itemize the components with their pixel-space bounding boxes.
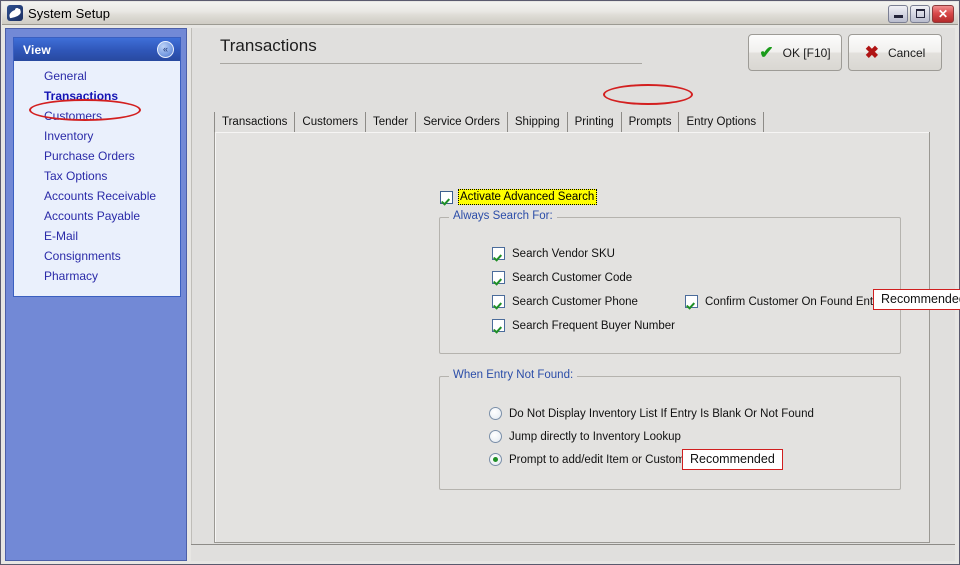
search-customer-code-checkbox[interactable] bbox=[492, 271, 505, 284]
title-bar: System Setup ✕ bbox=[2, 2, 958, 25]
sidebar-item-transactions[interactable]: Transactions bbox=[14, 86, 180, 106]
radio-do-not-display-inventory-list[interactable]: Do Not Display Inventory List If Entry I… bbox=[489, 407, 814, 420]
when-entry-not-found-legend: When Entry Not Found: bbox=[449, 369, 578, 381]
minimize-button[interactable] bbox=[888, 5, 908, 23]
cancel-button-label: Cancel bbox=[887, 45, 926, 60]
ok-button-label: OK [F10] bbox=[782, 45, 831, 60]
content-pane: Transactions ✔ OK [F10] ✖ Cancel Transac… bbox=[191, 28, 960, 561]
recommended-badge-confirm-customer: Recommended bbox=[873, 289, 960, 310]
sidebar-item-inventory[interactable]: Inventory bbox=[14, 126, 180, 146]
tab-entry-options[interactable]: Entry Options bbox=[679, 112, 765, 132]
recommended-badge-prompt: Recommended bbox=[682, 449, 783, 470]
ok-button[interactable]: ✔ OK [F10] bbox=[748, 34, 842, 71]
sidebar-item-purchase-orders[interactable]: Purchase Orders bbox=[14, 146, 180, 166]
check-icon: ✔ bbox=[759, 43, 774, 62]
option-search-customer-code[interactable]: Search Customer Code bbox=[492, 271, 632, 284]
sidebar-item-pharmacy[interactable]: Pharmacy bbox=[14, 266, 180, 286]
cancel-button[interactable]: ✖ Cancel bbox=[848, 34, 942, 71]
maximize-icon bbox=[916, 9, 925, 18]
collapse-chevron-icon[interactable]: « bbox=[157, 41, 174, 58]
tab-customers[interactable]: Customers bbox=[295, 112, 367, 132]
search-vendor-sku-label: Search Vendor SKU bbox=[512, 247, 615, 260]
always-search-for-group: Always Search For: bbox=[439, 210, 901, 354]
view-panel-title: View bbox=[23, 42, 51, 57]
tab-printing[interactable]: Printing bbox=[567, 112, 622, 132]
activate-advanced-search-label: Activate Advanced Search bbox=[458, 189, 598, 205]
search-frequent-buyer-number-label: Search Frequent Buyer Number bbox=[512, 319, 675, 332]
activate-advanced-search-row[interactable]: Activate Advanced Search bbox=[440, 189, 598, 205]
tab-transactions[interactable]: Transactions bbox=[214, 112, 296, 132]
window-title: System Setup bbox=[28, 5, 111, 21]
sidebar-item-consignments[interactable]: Consignments bbox=[14, 246, 180, 266]
tab-strip: Transactions Customers Tender Service Or… bbox=[214, 112, 930, 132]
sidebar-item-customers[interactable]: Customers bbox=[14, 106, 180, 126]
sidebar-item-general[interactable]: General bbox=[14, 66, 180, 86]
sidebar-item-tax-options[interactable]: Tax Options bbox=[14, 166, 180, 186]
confirm-customer-checkbox[interactable] bbox=[685, 295, 698, 308]
option-search-frequent-buyer-number[interactable]: Search Frequent Buyer Number bbox=[492, 319, 675, 332]
sidebar: View « General Transactions Customers In… bbox=[5, 28, 187, 561]
jump-to-inventory-lookup-label: Jump directly to Inventory Lookup bbox=[509, 430, 681, 443]
close-icon: ✕ bbox=[937, 7, 949, 21]
option-confirm-customer-on-found-entry[interactable]: Confirm Customer On Found Entry bbox=[685, 295, 883, 308]
sidebar-item-accounts-receivable[interactable]: Accounts Receivable bbox=[14, 186, 180, 206]
view-panel: View « General Transactions Customers In… bbox=[13, 37, 181, 297]
window-body: View « General Transactions Customers In… bbox=[2, 25, 960, 564]
radio-jump-to-inventory-lookup[interactable]: Jump directly to Inventory Lookup bbox=[489, 430, 681, 443]
jump-to-inventory-lookup-radio[interactable] bbox=[489, 430, 502, 443]
sidebar-nav-list: General Transactions Customers Inventory… bbox=[14, 61, 180, 296]
activate-advanced-search-checkbox[interactable] bbox=[440, 190, 453, 204]
window-controls: ✕ bbox=[888, 5, 954, 23]
sidebar-item-email[interactable]: E-Mail bbox=[14, 226, 180, 246]
search-customer-code-label: Search Customer Code bbox=[512, 271, 633, 284]
app-logo-icon bbox=[7, 5, 23, 21]
sidebar-item-accounts-payable[interactable]: Accounts Payable bbox=[14, 206, 180, 226]
option-search-vendor-sku[interactable]: Search Vendor SKU bbox=[492, 247, 615, 260]
option-search-customer-phone[interactable]: Search Customer Phone bbox=[492, 295, 638, 308]
radio-prompt-to-add-edit[interactable]: Prompt to add/edit Item or Customer bbox=[489, 453, 695, 466]
bottom-strip bbox=[191, 544, 955, 561]
cross-icon: ✖ bbox=[864, 43, 879, 62]
view-panel-header: View « bbox=[14, 38, 180, 61]
search-frequent-buyer-number-checkbox[interactable] bbox=[492, 319, 505, 332]
tab-service-orders[interactable]: Service Orders bbox=[416, 112, 508, 132]
system-setup-window: System Setup ✕ View « General Transactio… bbox=[0, 0, 960, 565]
always-search-for-legend: Always Search For: bbox=[449, 210, 557, 222]
maximize-button[interactable] bbox=[910, 5, 930, 23]
title-divider bbox=[220, 63, 642, 64]
do-not-display-inventory-list-label: Do Not Display Inventory List If Entry I… bbox=[509, 407, 814, 420]
close-button[interactable]: ✕ bbox=[932, 5, 954, 23]
search-vendor-sku-checkbox[interactable] bbox=[492, 247, 505, 260]
tab-prompts[interactable]: Prompts bbox=[621, 112, 680, 132]
page-title: Transactions bbox=[220, 36, 317, 55]
tab-shipping[interactable]: Shipping bbox=[507, 112, 568, 132]
search-customer-phone-checkbox[interactable] bbox=[492, 295, 505, 308]
search-customer-phone-label: Search Customer Phone bbox=[512, 295, 638, 308]
minimize-icon bbox=[894, 15, 903, 18]
tab-tender[interactable]: Tender bbox=[366, 112, 417, 132]
prompt-to-add-edit-label: Prompt to add/edit Item or Customer bbox=[509, 453, 695, 466]
prompt-to-add-edit-radio[interactable] bbox=[489, 453, 502, 466]
do-not-display-inventory-list-radio[interactable] bbox=[489, 407, 502, 420]
confirm-customer-label: Confirm Customer On Found Entry bbox=[705, 295, 883, 308]
action-buttons: ✔ OK [F10] ✖ Cancel bbox=[748, 34, 942, 71]
